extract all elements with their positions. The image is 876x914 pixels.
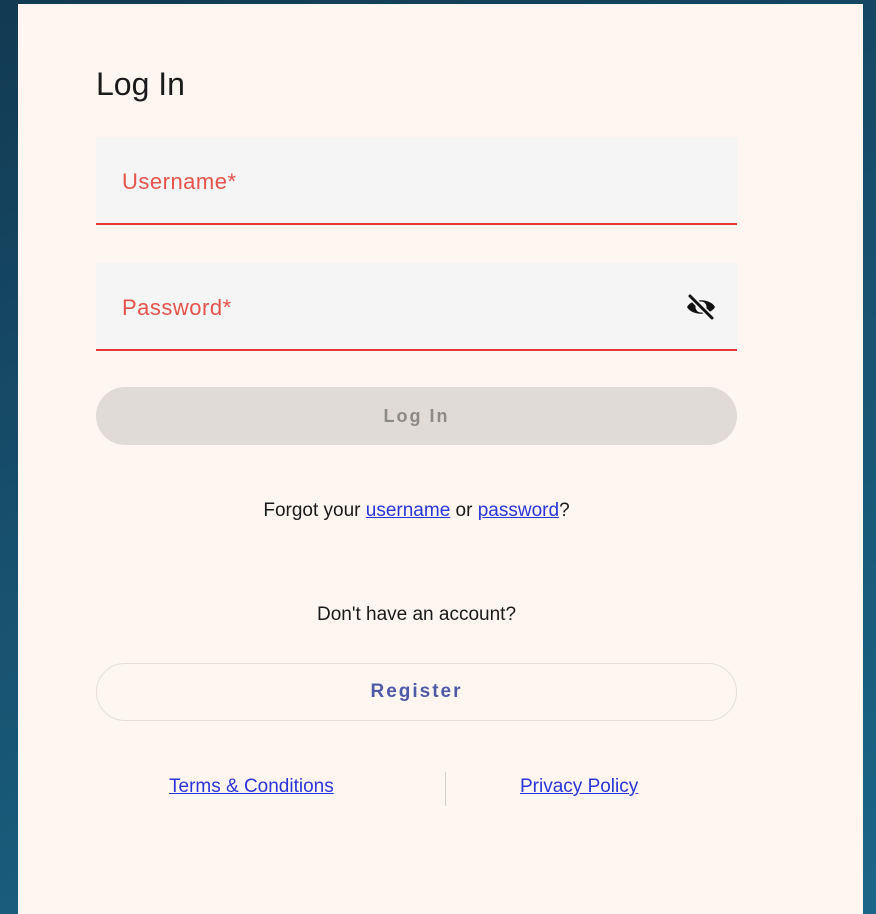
username-field[interactable]: Username* [96, 137, 737, 225]
footer-divider [445, 772, 446, 806]
login-button[interactable]: Log In [96, 387, 737, 445]
eye-slash-icon[interactable] [685, 293, 717, 321]
forgot-username-link[interactable]: username [366, 500, 451, 521]
password-input[interactable] [96, 263, 737, 349]
forgot-or: or [450, 500, 478, 521]
page-title: Log In [96, 66, 185, 102]
register-button[interactable]: Register [96, 663, 737, 721]
username-input[interactable] [96, 137, 737, 223]
login-card: Log In Username* Password* Log In Forgot… [18, 4, 863, 914]
terms-link[interactable]: Terms & Conditions [169, 776, 334, 798]
forgot-prefix: Forgot your [263, 500, 366, 521]
footer-links: Terms & Conditions Privacy Policy [96, 772, 737, 808]
forgot-credentials-text: Forgot your username or password? [96, 500, 737, 522]
forgot-password-link[interactable]: password [478, 500, 559, 521]
password-field[interactable]: Password* [96, 263, 737, 351]
no-account-text: Don't have an account? [316, 604, 517, 625]
privacy-link[interactable]: Privacy Policy [520, 776, 638, 798]
forgot-suffix: ? [559, 500, 570, 521]
